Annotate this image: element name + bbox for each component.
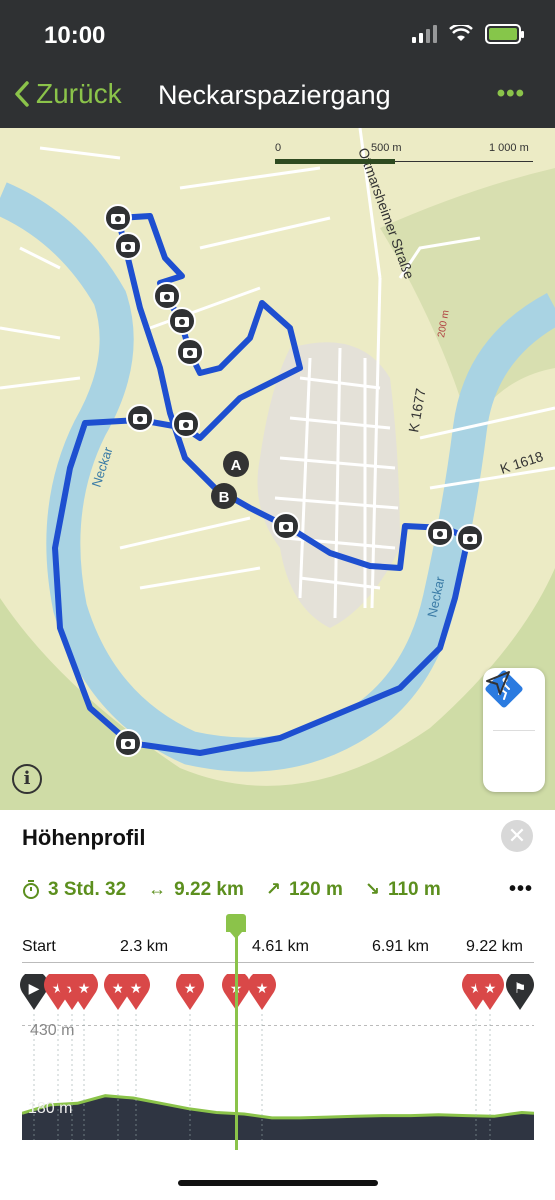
scale-segment	[275, 159, 395, 164]
waypoint-b-label: B	[219, 489, 230, 506]
finish-flag-icon[interactable]: ⚑	[506, 974, 534, 1010]
axis-tick-label: 6.91 km	[372, 938, 429, 955]
elev-label-top: 430 m	[30, 1022, 75, 1039]
scale-label-0: 0	[275, 142, 282, 154]
panel-title: Höhenprofil	[22, 825, 146, 850]
stat-ascent-value: 120 m	[288, 878, 343, 900]
close-button[interactable]: ✕	[501, 820, 533, 852]
svg-text:★: ★	[484, 981, 497, 997]
waypoint-a[interactable]: A	[223, 451, 249, 477]
photo-marker[interactable]	[114, 729, 142, 757]
waypoint-a-label: A	[231, 457, 242, 474]
back-button[interactable]: Zurück	[14, 78, 122, 110]
back-label: Zurück	[36, 78, 122, 109]
scale-label-500: 500 m	[371, 142, 402, 154]
scale-line	[395, 161, 533, 162]
ascent-icon: ↗	[265, 879, 281, 899]
axis-line	[22, 962, 534, 963]
stat-ascent: ↗ 120 m	[266, 879, 343, 901]
page-title: Neckarspaziergang	[158, 80, 391, 110]
status-time: 10:00	[44, 22, 106, 49]
stopwatch-icon	[23, 879, 39, 899]
stats-more-button[interactable]: •••	[509, 878, 533, 901]
stat-distance-value: 9.22 km	[174, 878, 244, 900]
chevron-left-icon	[15, 81, 29, 107]
map-scale-bar: 0 500 m 1 000 m	[275, 142, 535, 172]
signal-icon	[412, 25, 437, 43]
status-icons	[412, 24, 524, 44]
distance-axis: Start 2.3 km 4.61 km 6.91 km 9.22 km	[22, 938, 534, 970]
locate-me-icon[interactable]	[483, 668, 513, 698]
svg-text:★: ★	[78, 981, 91, 997]
photo-marker[interactable]	[456, 524, 484, 552]
scale-label-1000: 1 000 m	[489, 142, 529, 154]
axis-tick-label: 9.22 km	[466, 938, 523, 955]
map-canvas[interactable]: A B Ottmarsheimer Straße K 1677 K 1618 N…	[0, 128, 555, 810]
elev-label-bottom: 180 m	[28, 1100, 73, 1117]
axis-tick-label: 4.61 km	[252, 938, 309, 955]
descent-icon: ↘	[364, 879, 380, 899]
map-view[interactable]: A B Ottmarsheimer Straße K 1677 K 1618 N…	[0, 128, 555, 810]
distance-icon: ↔	[148, 879, 167, 899]
waypoint-b[interactable]: B	[211, 483, 237, 509]
stats-row: 3 Std. 32 ↔ 9.22 km ↗ 120 m ↘ 110 m •••	[22, 878, 533, 901]
photo-marker[interactable]	[104, 204, 132, 232]
top-bar: 10:00 Zurück Neckarspaziergang •••	[0, 0, 555, 128]
stat-descent-value: 110 m	[387, 878, 441, 900]
more-options-button[interactable]: •••	[497, 80, 525, 108]
stat-distance: ↔ 9.22 km	[148, 879, 244, 901]
stat-duration: 3 Std. 32	[22, 879, 126, 901]
controls-divider	[493, 730, 535, 731]
svg-text:▶: ▶	[29, 981, 40, 997]
highlight-star-icon[interactable]: ★	[122, 974, 150, 1010]
battery-icon	[485, 24, 524, 44]
map-info-button[interactable]: i	[12, 764, 42, 794]
start-marker-icon[interactable]: ▶	[20, 974, 48, 1010]
photo-marker[interactable]	[168, 307, 196, 335]
svg-text:★: ★	[256, 981, 269, 997]
axis-tick-label: 2.3 km	[120, 938, 169, 955]
poi-markers-row: ▶★★★★★★★★★★⚑	[20, 974, 534, 1010]
profile-cursor-line[interactable]	[235, 922, 238, 1150]
photo-marker[interactable]	[426, 519, 454, 547]
road-label-k1677: K 1677	[405, 387, 428, 434]
elevation-chart[interactable]	[22, 1014, 534, 1140]
photo-marker[interactable]	[114, 232, 142, 260]
highlight-star-icon[interactable]: ★	[176, 974, 204, 1010]
stat-duration-value: 3 Std. 32	[48, 878, 127, 900]
svg-text:★: ★	[184, 981, 197, 997]
home-indicator	[178, 1180, 378, 1186]
photo-marker[interactable]	[172, 410, 200, 438]
profile-cursor-handle[interactable]	[226, 914, 246, 939]
photo-marker[interactable]	[272, 512, 300, 540]
photo-marker[interactable]	[176, 338, 204, 366]
photo-marker[interactable]	[126, 404, 154, 432]
highlight-star-icon[interactable]: ★	[476, 974, 504, 1010]
highlight-star-icon[interactable]: ★	[248, 974, 276, 1010]
stat-descent: ↘ 110 m	[365, 879, 441, 901]
photo-marker[interactable]	[153, 282, 181, 310]
map-controls	[483, 668, 545, 792]
wifi-icon	[449, 25, 473, 41]
axis-tick-label: Start	[22, 938, 56, 955]
svg-text:⚑: ⚑	[514, 981, 527, 997]
elevation-profile-panel: Höhenprofil ✕ 3 Std. 32 ↔ 9.22 km ↗ 120 …	[0, 810, 555, 1200]
svg-text:★: ★	[130, 981, 143, 997]
